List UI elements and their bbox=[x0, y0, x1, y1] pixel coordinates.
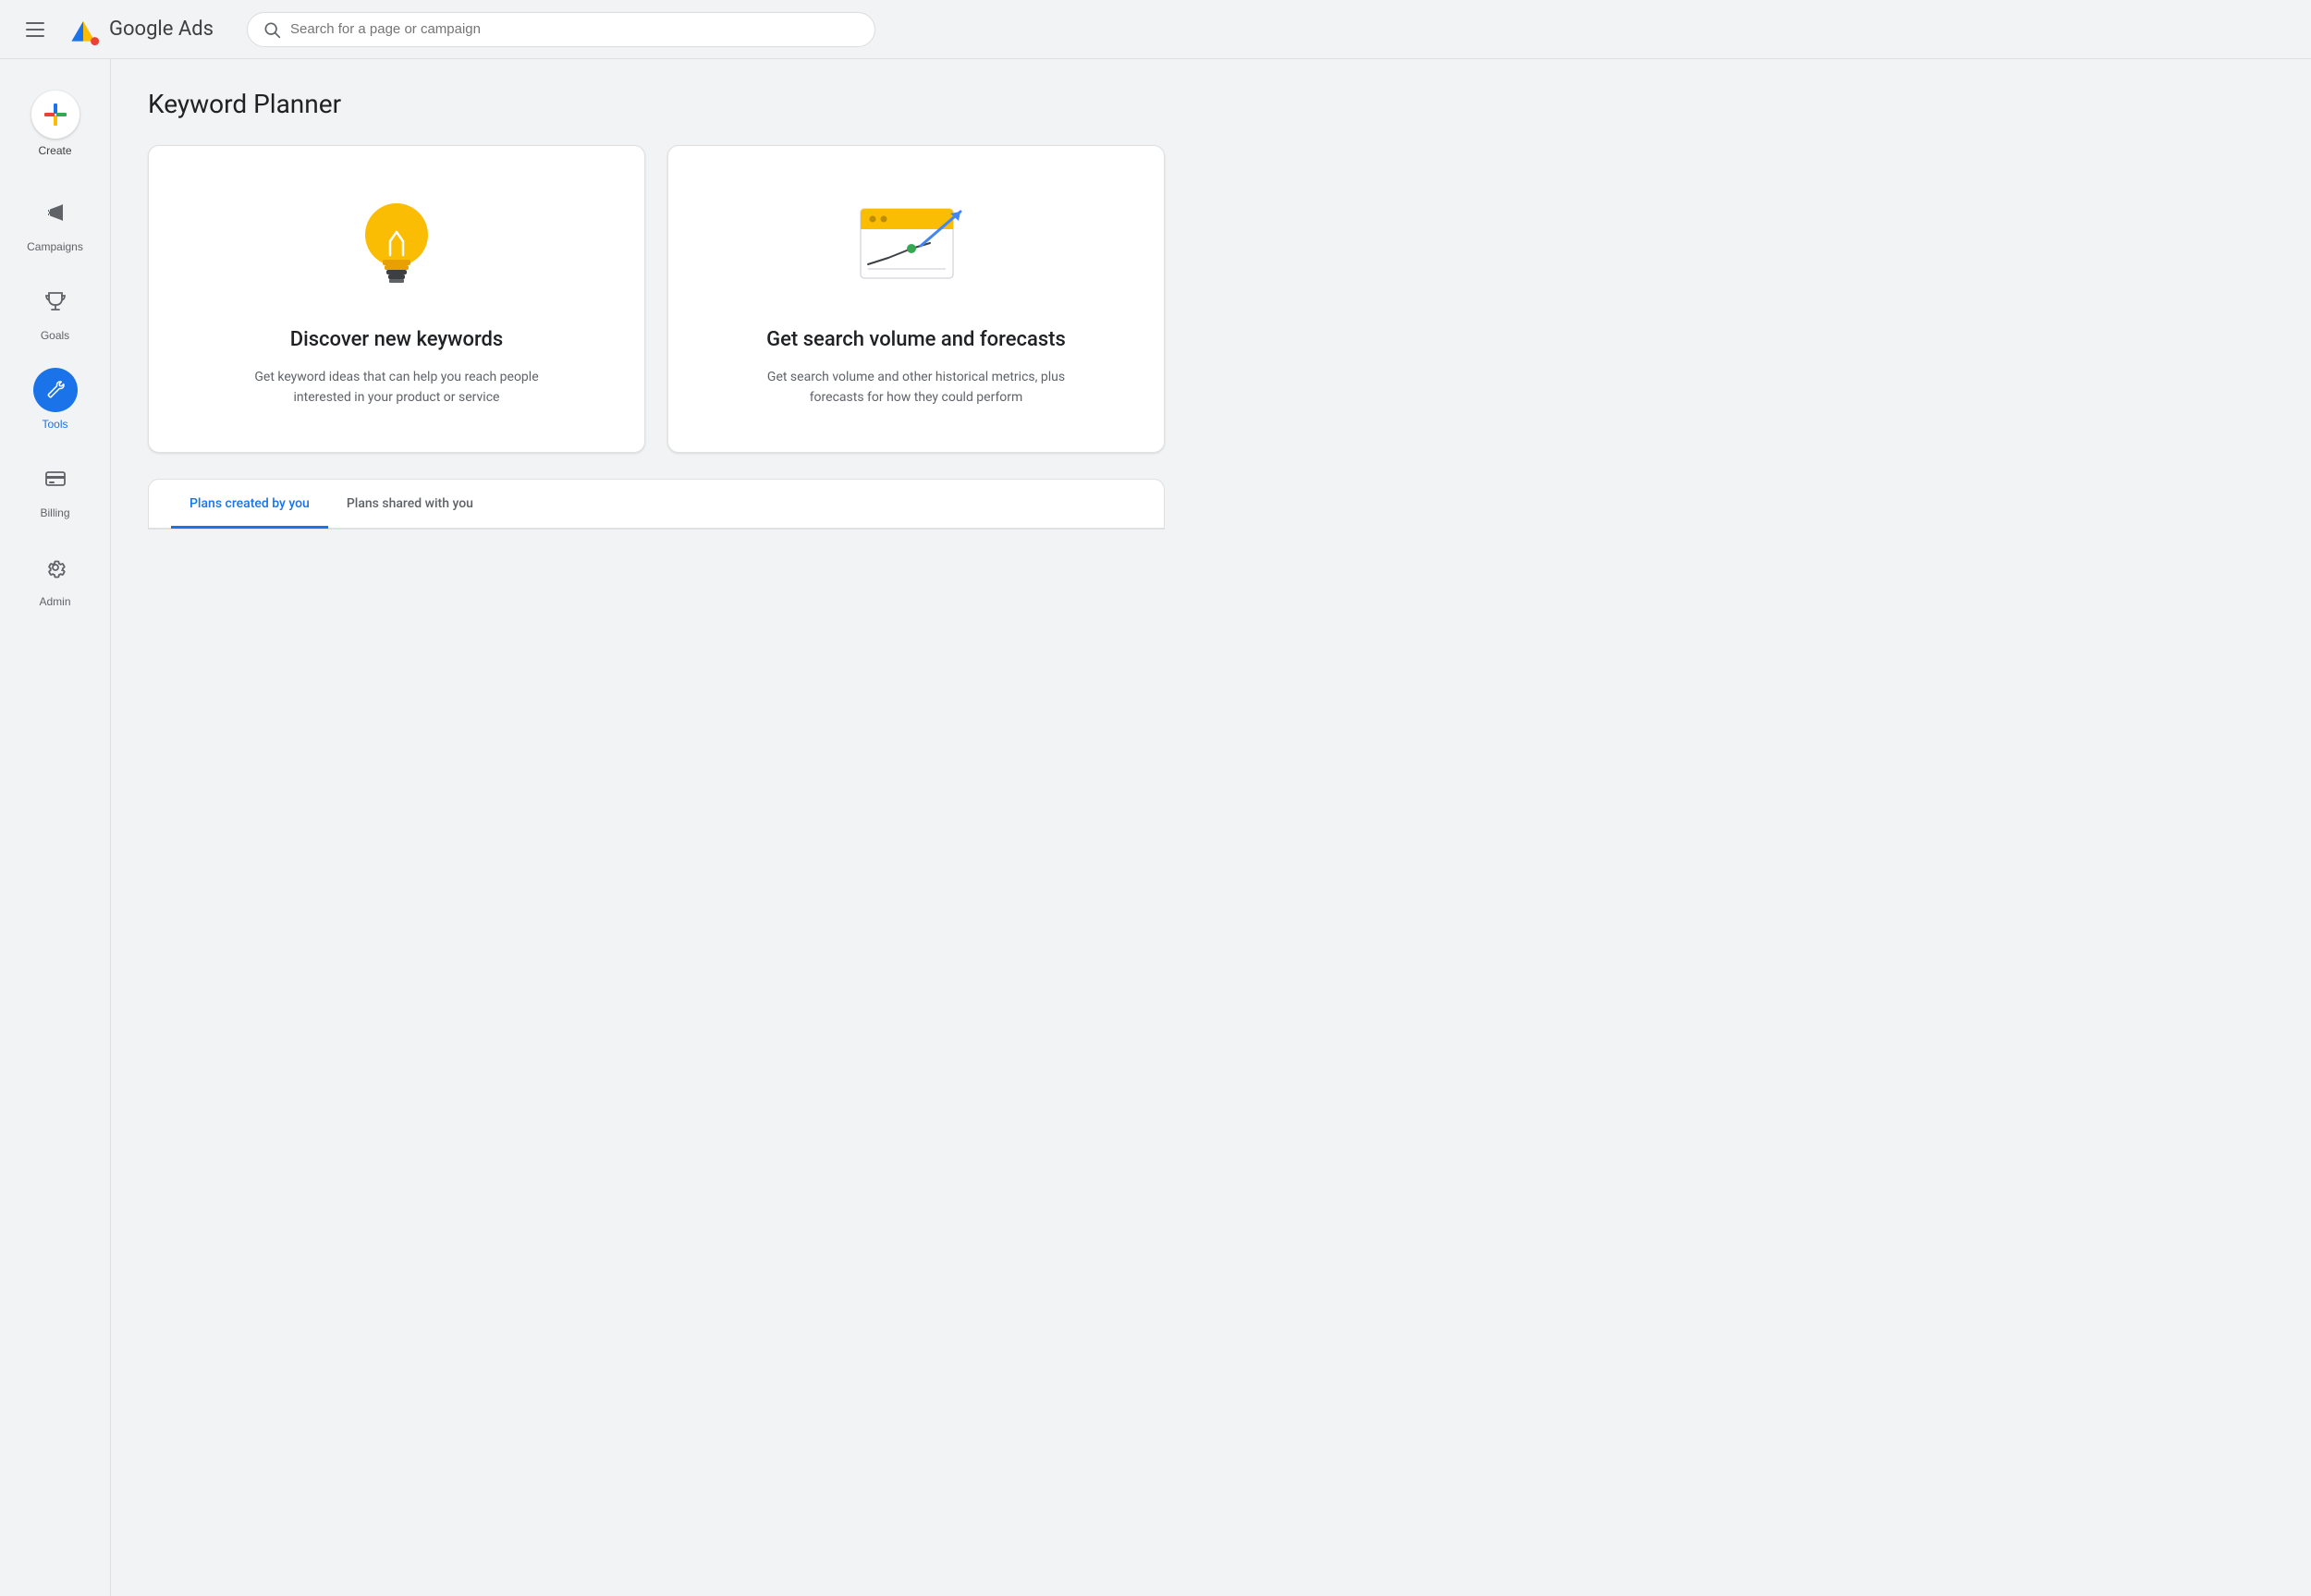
chart-icon bbox=[851, 190, 981, 301]
forecasts-card-title: Get search volume and forecasts bbox=[766, 327, 1066, 354]
lightbulb-icon bbox=[346, 190, 447, 301]
plus-icon bbox=[43, 102, 68, 128]
forecasts-card-desc: Get search volume and other historical m… bbox=[759, 367, 1073, 408]
billing-icon-wrap bbox=[33, 457, 78, 501]
goals-icon-wrap bbox=[33, 279, 78, 323]
forecasts-card[interactable]: Get search volume and forecasts Get sear… bbox=[667, 145, 1165, 453]
header: Google Ads bbox=[0, 0, 2311, 59]
tabs-section: Plans created by you Plans shared with y… bbox=[148, 479, 1165, 530]
cards-grid: Discover new keywords Get keyword ideas … bbox=[148, 145, 1165, 453]
main-layout: Create Campaigns bbox=[0, 59, 2311, 1596]
campaigns-icon bbox=[44, 201, 67, 224]
search-input[interactable] bbox=[290, 21, 860, 37]
discover-card-title: Discover new keywords bbox=[290, 327, 504, 354]
sidebar-item-tools[interactable]: Tools bbox=[0, 359, 110, 440]
billing-icon bbox=[44, 468, 67, 490]
search-bar-container bbox=[247, 12, 875, 47]
goals-icon bbox=[44, 290, 67, 312]
tabs-header: Plans created by you Plans shared with y… bbox=[149, 480, 1164, 529]
billing-label: Billing bbox=[40, 506, 69, 519]
tools-icon-wrap bbox=[33, 368, 78, 412]
search-icon bbox=[263, 20, 281, 39]
menu-button[interactable] bbox=[18, 15, 52, 44]
campaigns-icon-wrap bbox=[33, 190, 78, 235]
sidebar-item-goals[interactable]: Goals bbox=[0, 270, 110, 351]
logo-area[interactable]: Google Ads bbox=[67, 13, 214, 46]
page-title: Keyword Planner bbox=[148, 89, 2274, 119]
discover-card-desc: Get keyword ideas that can help you reac… bbox=[239, 367, 554, 408]
tab-plans-created-by-you[interactable]: Plans created by you bbox=[171, 480, 328, 529]
create-label: Create bbox=[38, 144, 71, 157]
tools-icon bbox=[44, 379, 67, 401]
sidebar: Create Campaigns bbox=[0, 59, 111, 1596]
create-button[interactable]: Create bbox=[0, 81, 110, 166]
admin-icon bbox=[44, 556, 67, 579]
admin-icon-wrap bbox=[33, 545, 78, 590]
logo-text: Google Ads bbox=[109, 18, 214, 41]
discover-keywords-card[interactable]: Discover new keywords Get keyword ideas … bbox=[148, 145, 645, 453]
create-circle-icon bbox=[31, 91, 79, 139]
goals-label: Goals bbox=[41, 329, 69, 342]
sidebar-item-campaigns[interactable]: Campaigns bbox=[0, 181, 110, 262]
main-content: Keyword Planner bbox=[111, 59, 2311, 1596]
tools-label: Tools bbox=[42, 418, 67, 431]
tab-plans-shared-with-you[interactable]: Plans shared with you bbox=[328, 480, 492, 529]
sidebar-item-billing[interactable]: Billing bbox=[0, 447, 110, 529]
campaigns-label: Campaigns bbox=[27, 240, 83, 253]
sidebar-item-admin[interactable]: Admin bbox=[0, 536, 110, 617]
admin-label: Admin bbox=[39, 595, 70, 608]
google-ads-logo-icon bbox=[67, 13, 100, 46]
